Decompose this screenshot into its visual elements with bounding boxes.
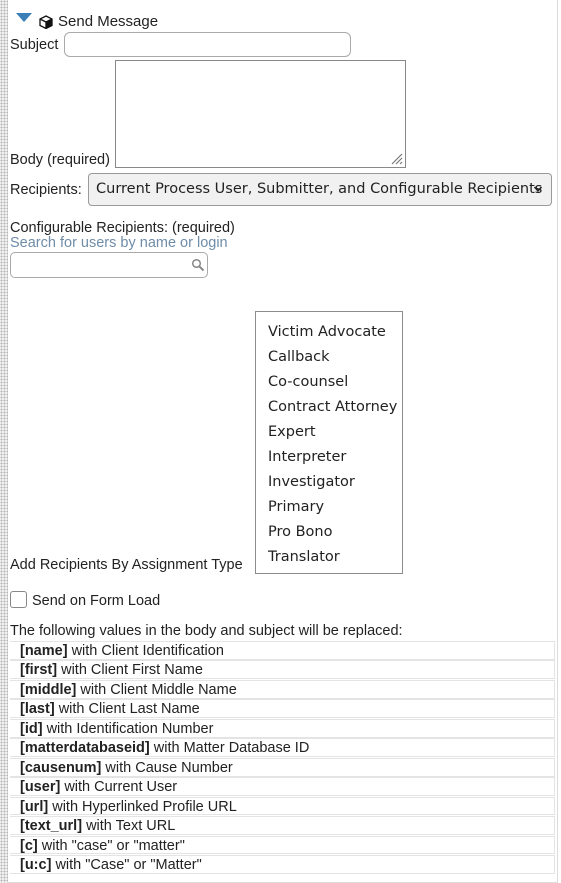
replacement-token: [user] xyxy=(20,779,61,796)
assignment-type-label: Add Recipients By Assignment Type xyxy=(10,557,243,573)
replacement-token: [last] xyxy=(20,701,55,718)
assignment-option[interactable]: Expert xyxy=(256,422,402,447)
user-search-input[interactable] xyxy=(10,252,208,278)
body-label-text: Body xyxy=(10,152,44,168)
section-title: Send Message xyxy=(58,13,159,30)
send-message-panel: Send Message Subject Body (required) Rec… xyxy=(0,0,558,883)
replacement-token: [id] xyxy=(20,720,43,737)
assignment-option[interactable]: Callback xyxy=(256,347,402,372)
replacement-row: [last] with Client Last Name xyxy=(10,699,555,719)
replacement-desc: with Identification Number xyxy=(46,720,214,737)
resize-grip-icon[interactable] xyxy=(389,151,403,165)
replacement-token: [middle] xyxy=(20,681,77,698)
assignment-type-listbox[interactable]: Victim Advocate Callback Co-counsel Cont… xyxy=(255,311,403,574)
collapse-caret-icon[interactable] xyxy=(16,13,32,22)
assignment-option[interactable]: Interpreter xyxy=(256,447,402,472)
replacement-desc: with "case" or "matter" xyxy=(41,837,185,854)
replacement-token: [c] xyxy=(20,837,38,854)
replacement-token: [causenum] xyxy=(20,759,102,776)
assignment-option[interactable]: Victim Advocate xyxy=(256,322,402,347)
replacement-row: [c] with "case" or "matter" xyxy=(10,835,555,855)
replacement-token: [first] xyxy=(20,662,58,679)
chevron-down-icon xyxy=(533,186,543,192)
assignment-option[interactable]: Translator xyxy=(256,547,402,572)
replacement-row: [text_url] with Text URL xyxy=(10,816,555,835)
replacement-row: [url] with Hyperlinked Profile URL xyxy=(10,796,555,816)
replacement-row: [matterdatabaseid] with Matter Database … xyxy=(10,738,555,758)
recipients-selected-value: Current Process User, Submitter, and Con… xyxy=(96,181,543,197)
send-on-load-checkbox[interactable] xyxy=(10,591,27,608)
replacement-desc: with Hyperlinked Profile URL xyxy=(52,798,237,815)
replacement-row: [middle] with Client Middle Name xyxy=(10,679,555,699)
recipients-label: Recipients: xyxy=(10,182,82,198)
assignment-option[interactable]: Contract Attorney xyxy=(256,397,402,422)
replacement-desc: with Client Identification xyxy=(71,643,224,659)
replacement-desc: with Client Middle Name xyxy=(80,681,237,698)
replacement-desc: with Matter Database ID xyxy=(153,740,310,757)
replacement-desc: with Client First Name xyxy=(61,662,203,679)
replacement-desc: with Client Last Name xyxy=(58,701,200,718)
replacement-token: [name] xyxy=(20,643,68,659)
cube-icon xyxy=(39,15,53,29)
search-users-link[interactable]: Search for users by name or login xyxy=(10,235,228,251)
replacement-desc: with Text URL xyxy=(86,818,176,835)
configurable-recipients-label: Configurable Recipients: (required) xyxy=(10,220,235,236)
recipients-select[interactable]: Current Process User, Submitter, and Con… xyxy=(88,173,552,206)
replacement-row: [causenum] with Cause Number xyxy=(10,757,555,777)
replacement-desc: with Cause Number xyxy=(105,759,233,776)
drag-handle[interactable] xyxy=(0,0,8,883)
replacement-list: [name] with Client Identification [first… xyxy=(10,641,555,875)
replacement-token: [matterdatabaseid] xyxy=(20,740,150,757)
send-on-load-label[interactable]: Send on Form Load xyxy=(32,593,160,609)
replacement-row: [user] with Current User xyxy=(10,777,555,796)
body-textarea[interactable] xyxy=(115,60,406,168)
body-label: Body (required) xyxy=(10,152,110,168)
replacements-intro: The following values in the body and sub… xyxy=(10,623,403,639)
assignment-option[interactable]: Co-counsel xyxy=(256,372,402,397)
subject-label: Subject xyxy=(10,37,59,53)
replacement-row: [u:c] with "Case" or "Matter" xyxy=(10,855,555,874)
replacement-desc: with Current User xyxy=(64,779,178,796)
body-required-text: (required) xyxy=(47,152,110,168)
replacement-desc: with "Case" or "Matter" xyxy=(55,857,202,874)
replacement-token: [url] xyxy=(20,798,49,815)
assignment-option[interactable]: Primary xyxy=(256,497,402,522)
subject-input[interactable] xyxy=(64,32,351,57)
replacement-token: [text_url] xyxy=(20,818,83,835)
replacement-row: [name] with Client Identification xyxy=(10,641,555,660)
magnifier-icon[interactable] xyxy=(191,258,205,272)
assignment-option[interactable]: Pro Bono xyxy=(256,522,402,547)
replacement-row: [id] with Identification Number xyxy=(10,718,555,738)
assignment-option[interactable]: Investigator xyxy=(256,472,402,497)
replacement-row: [first] with Client First Name xyxy=(10,660,555,680)
replacement-token: [u:c] xyxy=(20,857,52,874)
